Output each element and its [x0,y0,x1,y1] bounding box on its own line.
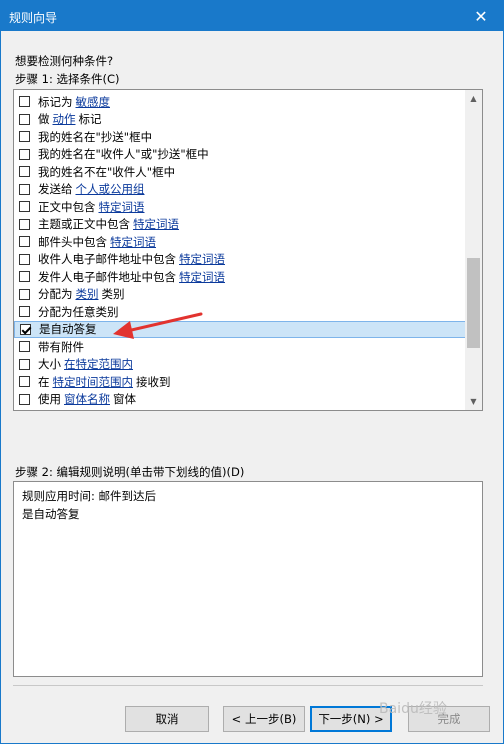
condition-row[interactable]: 大小 在特定范围内 [14,356,466,374]
condition-row[interactable]: 分配为任意类别 [14,303,466,321]
question-label: 想要检测何种条件? [15,54,114,68]
title-bar[interactable]: 规则向导 ✕ [1,1,503,31]
condition-row[interactable]: 在 特定时间范围内 接收到 [14,373,466,391]
condition-checkbox[interactable] [19,218,30,230]
vertical-scrollbar[interactable]: ▲ ▼ [465,90,482,410]
condition-checkbox[interactable] [19,166,30,178]
condition-checkbox[interactable] [19,236,30,248]
condition-text: 带有附件 [38,339,84,354]
condition-text: 主题或正文中包含 [38,217,130,232]
description-line: 是自动答复 [22,507,80,521]
condition-text: 大小 [38,357,61,372]
condition-text: 在 [38,374,50,389]
condition-checkbox[interactable] [19,201,30,213]
condition-row[interactable]: 标记为 敏感度 [14,93,466,111]
condition-text: 分配为任意类别 [38,304,119,319]
condition-link[interactable]: 特定词语 [99,199,145,215]
condition-checkbox[interactable] [19,96,30,108]
rule-description-box[interactable]: 规则应用时间: 邮件到达后 是自动答复 [13,481,483,677]
condition-row[interactable]: 使用 窗体名称 窗体 [14,391,466,409]
condition-checkbox[interactable] [19,306,30,318]
condition-row[interactable]: 主题或正文中包含 特定词语 [14,216,466,234]
condition-link[interactable]: 敏感度 [76,94,111,110]
condition-row[interactable]: 带有附件 [14,338,466,356]
condition-row[interactable]: 正文中包含 特定词语 [14,198,466,216]
condition-text: 正文中包含 [38,199,96,214]
condition-link[interactable]: 窗体名称 [64,391,110,407]
condition-link[interactable]: 特定词语 [133,216,179,232]
condition-text: 我的姓名在"收件人"或"抄送"框中 [38,147,209,162]
watermark: Baidu经验 [379,701,447,717]
conditions-list[interactable]: 标记为 敏感度做 动作 标记 我的姓名在"抄送"框中 我的姓名在"收件人"或"抄送"… [13,89,483,411]
condition-text: 使用 [38,392,61,407]
condition-link[interactable]: 特定时间范围内 [53,374,134,390]
condition-text: 邮件头中包含 [38,234,107,249]
condition-checkbox[interactable] [19,271,30,283]
condition-checkbox[interactable] [19,341,30,353]
separator [13,685,483,686]
condition-row[interactable]: 邮件头中包含 特定词语 [14,233,466,251]
condition-checkbox[interactable] [19,393,30,405]
condition-checkbox[interactable] [19,183,30,195]
condition-row[interactable]: 我的姓名在"收件人"或"抄送"框中 [14,146,466,164]
close-icon[interactable]: ✕ [459,1,503,31]
condition-text: 我的姓名在"抄送"框中 [38,129,153,144]
condition-checkbox[interactable] [19,288,30,300]
step2-label: 步骤 2: 编辑规则说明(单击带下划线的值)(D) [15,465,245,479]
condition-link[interactable]: 特定词语 [179,251,225,267]
back-button[interactable]: < 上一步(B) [223,706,305,732]
condition-row[interactable]: 做 动作 标记 [14,111,466,129]
condition-row[interactable]: 收件人电子邮件地址中包含 特定词语 [14,251,466,269]
condition-text: 发件人电子邮件地址中包含 [38,269,176,284]
condition-link[interactable]: 个人或公用组 [76,181,145,197]
condition-checkbox[interactable] [19,358,30,370]
condition-text: 分配为 [38,287,73,302]
condition-text-suffix: 窗体 [113,392,136,407]
condition-row[interactable]: 我的姓名在"抄送"框中 [14,128,466,146]
description-line: 规则应用时间: 邮件到达后 [22,489,157,503]
conditions-list-items: 标记为 敏感度做 动作 标记 我的姓名在"抄送"框中 我的姓名在"收件人"或"抄送"… [14,93,466,408]
condition-row[interactable]: 分配为 类别 类别 [14,286,466,304]
condition-text: 做 [38,112,50,127]
condition-link[interactable]: 特定词语 [179,269,225,285]
condition-link[interactable]: 在特定范围内 [64,356,133,372]
condition-link[interactable]: 动作 [53,111,76,127]
condition-text: 是自动答复 [39,322,97,337]
rules-wizard-window: 规则向导 ✕ 想要检测何种条件? 步骤 1: 选择条件(C) 标记为 敏感度做 … [0,0,504,744]
condition-checkbox[interactable] [19,253,30,265]
scroll-down-icon[interactable]: ▼ [465,393,482,410]
condition-checkbox[interactable] [19,148,30,160]
condition-text-suffix: 标记 [78,112,102,127]
scrollbar-thumb[interactable] [467,258,480,348]
scroll-up-icon[interactable]: ▲ [465,90,482,107]
condition-text: 发送给 [38,182,73,197]
condition-checkbox[interactable] [20,323,31,335]
condition-text: 收件人电子邮件地址中包含 [38,252,176,267]
condition-link[interactable]: 特定词语 [110,234,156,250]
condition-checkbox[interactable] [19,376,30,388]
condition-text-suffix: 接收到 [136,374,171,389]
condition-row[interactable]: 发件人电子邮件地址中包含 特定词语 [14,268,466,286]
condition-row[interactable]: 我的姓名不在"收件人"框中 [14,163,466,181]
condition-checkbox[interactable] [19,131,30,143]
step1-label: 步骤 1: 选择条件(C) [15,72,120,86]
condition-text: 我的姓名不在"收件人"框中 [38,164,176,179]
condition-row[interactable]: 发送给 个人或公用组 [14,181,466,199]
condition-link[interactable]: 类别 [76,286,99,302]
window-title: 规则向导 [9,11,58,25]
condition-checkbox[interactable] [19,113,30,125]
condition-row[interactable]: 是自动答复 [14,320,466,338]
cancel-button[interactable]: 取消 [125,706,209,732]
condition-text-suffix: 类别 [101,287,125,302]
condition-text: 标记为 [38,94,73,109]
